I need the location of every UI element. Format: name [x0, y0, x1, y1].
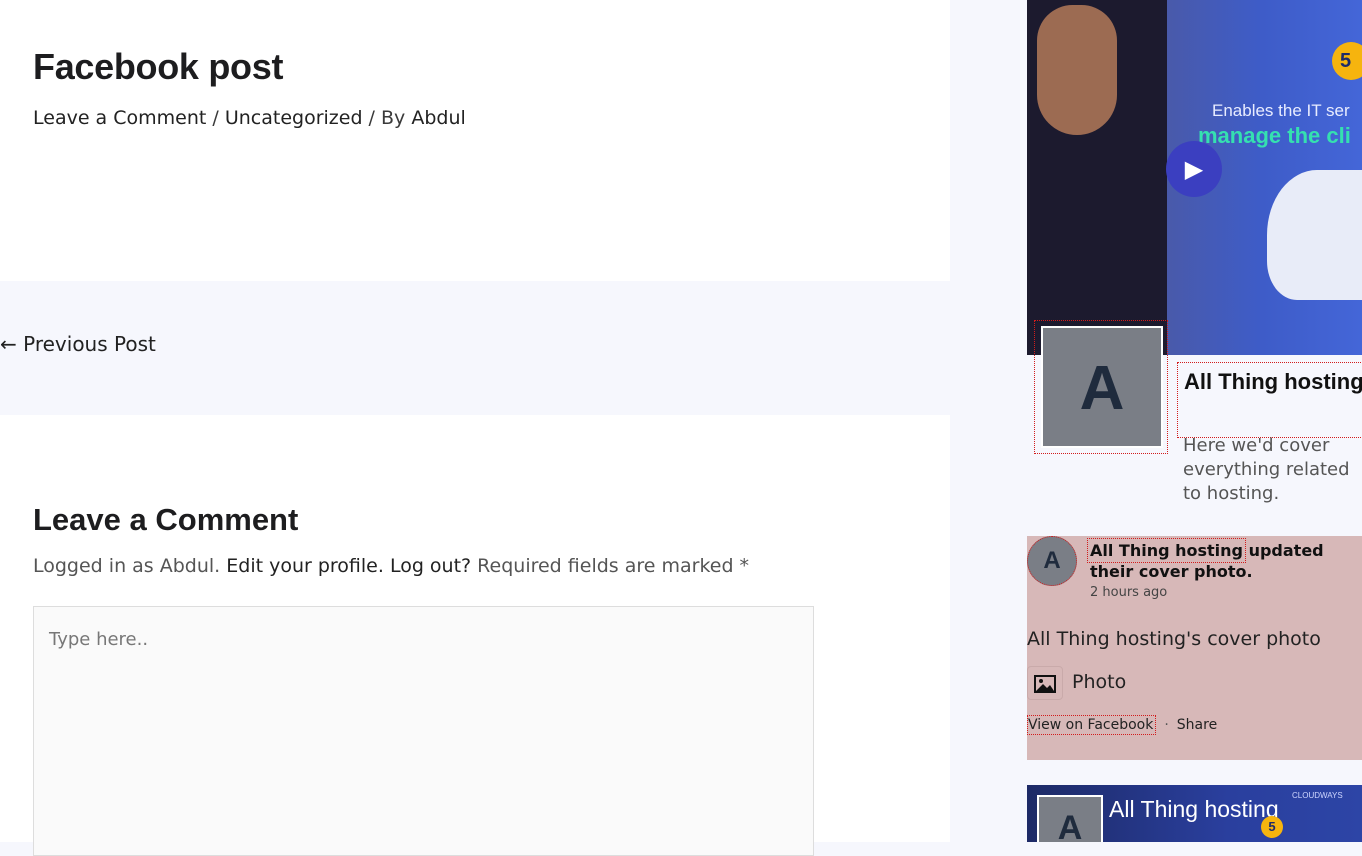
post-meta: Leave a Comment / Uncategorized / By Abd… [33, 107, 466, 129]
previous-post-label: Previous Post [23, 332, 156, 356]
feed-link-separator: · [1164, 717, 1169, 733]
logged-in-notice: Logged in as Abdul. Edit your profile. L… [33, 555, 749, 577]
edit-profile-link[interactable]: Edit your profile. [226, 555, 384, 577]
required-fields-note: Required fields are marked * [471, 555, 750, 577]
logged-in-text: Logged in as Abdul. [33, 555, 227, 577]
previous-post-link[interactable]: ← Previous Post [0, 332, 156, 356]
comment-section-title: Leave a Comment [33, 502, 299, 537]
feed-timestamp[interactable]: 2 hours ago [1090, 585, 1167, 600]
facebook-page-widget: 5 Enables the IT ser manage the cli ▶ A … [1027, 0, 1362, 842]
feed-avatar[interactable]: A [1027, 536, 1077, 586]
leave-comment-link[interactable]: Leave a Comment [33, 107, 206, 129]
author-link[interactable]: Abdul [411, 107, 465, 129]
cover-person-head [1037, 5, 1117, 135]
cover-illustration [1267, 170, 1362, 300]
photo-label[interactable]: Photo [1072, 671, 1126, 693]
video-card-title: All Thing hosting [1109, 796, 1279, 822]
video-post-card[interactable]: A All Thing hosting 5 CLOUDWAYS [1027, 785, 1362, 842]
video-card-avatar: A [1037, 795, 1103, 842]
post-title: Facebook post [33, 46, 284, 87]
feed-post-text: All Thing hosting's cover photo [1027, 628, 1321, 650]
feed-author-link[interactable]: All Thing hosting [1086, 538, 1247, 563]
cover-badge: 5 [1332, 42, 1362, 80]
page-description: Here we'd cover everything related to ho… [1183, 435, 1350, 504]
feed-post-header: All Thing hosting updated their cover ph… [1086, 538, 1362, 582]
article-header [0, 0, 950, 281]
meta-separator: / [206, 107, 225, 129]
meta-by: / By [362, 107, 412, 129]
cover-video[interactable]: 5 Enables the IT ser manage the cli ▶ [1027, 0, 1362, 355]
cover-text-line1: Enables the IT ser [1212, 101, 1350, 120]
play-icon[interactable]: ▶ [1166, 141, 1222, 197]
photo-icon[interactable] [1027, 666, 1063, 700]
share-link[interactable]: Share [1177, 717, 1217, 733]
page-avatar: A [1041, 326, 1163, 448]
main-content: Facebook post Leave a Comment / Uncatego… [0, 0, 950, 856]
category-link[interactable]: Uncategorized [225, 107, 363, 129]
cover-text-line2: manage the cli [1198, 123, 1351, 148]
log-out-link[interactable]: Log out? [390, 555, 471, 577]
cloudways-logo: CLOUDWAYS [1292, 791, 1343, 800]
feed-actions: View on Facebook · Share [1027, 715, 1217, 735]
feed-post: A All Thing hosting updated their cover … [1027, 536, 1362, 760]
page-name-link[interactable]: All Thing hosting [1177, 362, 1362, 438]
comment-textarea[interactable] [33, 606, 814, 856]
arrow-left-icon: ← [0, 332, 17, 356]
view-on-facebook-link[interactable]: View on Facebook [1027, 715, 1157, 735]
video-card-badge: 5 [1261, 816, 1283, 838]
page-avatar-link[interactable]: A [1034, 320, 1168, 454]
